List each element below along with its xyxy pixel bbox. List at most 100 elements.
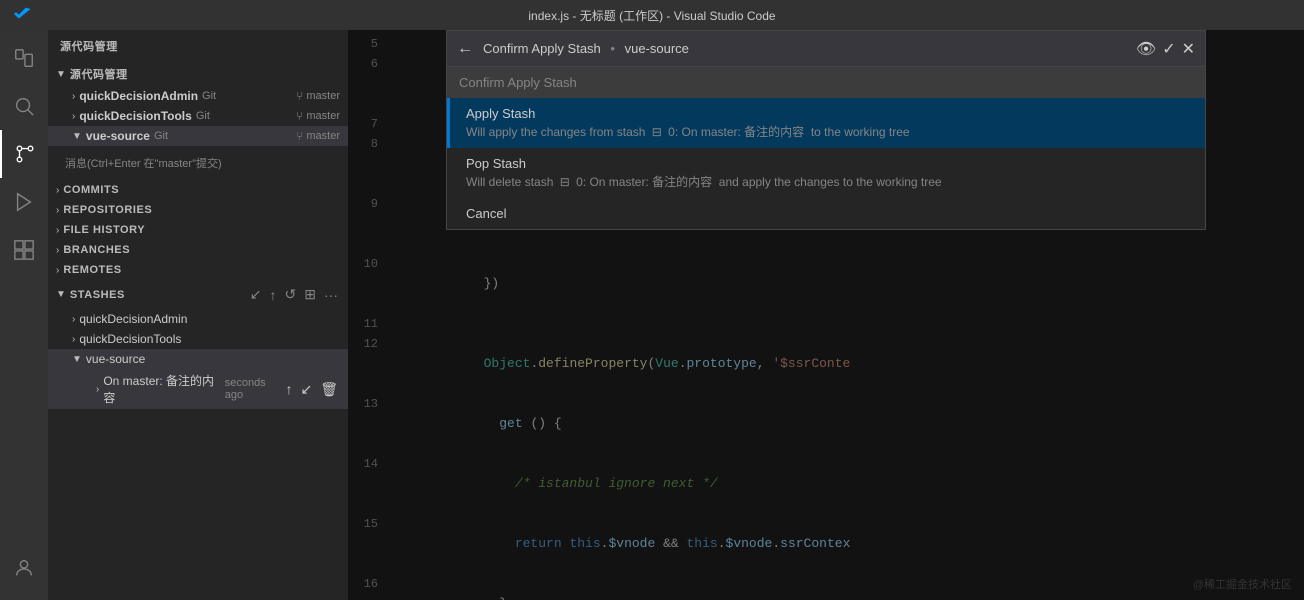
repo-branch: ⑂ master [296,89,340,103]
branches-label: BRANCHES [63,244,130,256]
stash-entry-actions: ↑ ↙ 🗑 [283,381,340,398]
quick-pick-view-btn[interactable]: 👁 [1136,39,1156,59]
stashes-section[interactable]: ▼ STASHES ↙ ↑ ↺ ⊞ ··· [48,280,348,309]
file-history-label: FILE HISTORY [63,224,145,236]
repo-branch: ⑂ master [296,109,340,123]
file-history-section[interactable]: › FILE HISTORY [48,220,348,240]
vscode-logo [14,7,30,28]
account-icon[interactable] [0,544,48,592]
stash-more-btn[interactable]: ··· [322,285,340,305]
quick-pick-item-label: Apply Stash [466,106,1189,121]
chevron-right-icon: › [96,384,99,395]
stash-repo-name: vue-source [86,352,145,366]
chevron-right-icon: › [56,205,59,216]
quick-pick-header-actions: 👁 ✓ ✕ [1136,39,1195,59]
stash-drop-entry-btn[interactable]: 🗑 [318,381,340,398]
branches-section[interactable]: › BRANCHES [48,240,348,260]
extensions-icon[interactable] [0,226,48,274]
quick-pick-subtitle: vue-source [625,41,689,56]
quick-pick-title: Confirm Apply Stash • vue-source [483,41,1136,56]
stash-repo-vuesource[interactable]: ▼ vue-source [48,349,348,369]
quick-pick-back-button[interactable]: ← [457,40,473,58]
stash-repo-quickdecisiontools[interactable]: › quickDecisionTools [48,329,348,349]
quick-pick-title-text: Confirm Apply Stash [483,41,601,56]
stash-apply-entry-btn[interactable]: ↑ [283,381,294,398]
chevron-right-icon: › [56,265,59,276]
stash-pop-entry-btn[interactable]: ↙ [298,381,314,398]
chevron-down-icon: ▼ [72,131,82,142]
chevron-right-icon: › [56,245,59,256]
chevron-right-icon: › [72,91,75,102]
repositories-label: REPOSITORIES [63,204,152,216]
remotes-label: REMOTES [63,264,121,276]
repo-branch: ⑂ master [296,129,340,143]
stash-store-btn[interactable]: ⊞ [302,284,318,305]
quick-pick-panel: ← Confirm Apply Stash • vue-source 👁 ✓ ✕ [446,30,1206,230]
titlebar-text: index.js - 无标题 (工作区) - Visual Studio Cod… [528,7,775,24]
main-area: 源代码管理 ▼ 源代码管理 › quickDecisionAdmin Git ⑂… [0,30,1304,600]
commits-label: COMMITS [63,184,119,196]
chevron-right-icon: › [56,185,59,196]
stash-entry[interactable]: › On master: 备注的内容 seconds ago ↑ ↙ 🗑 [48,369,348,409]
stashes-toolbar: ↙ ↑ ↺ ⊞ ··· [248,284,340,305]
quick-pick-item-detail: Will apply the changes from stash ⊟ 0: O… [466,123,1189,140]
quick-pick-item-label: Pop Stash [466,156,1189,171]
quick-pick-item-cancel[interactable]: Cancel [447,198,1205,229]
quick-pick-item-label: Cancel [466,206,1189,221]
quick-pick-item-apply[interactable]: Apply Stash Will apply the changes from … [447,98,1205,148]
branch-icon: ⑂ [296,89,303,103]
repo-name: quickDecisionTools [79,109,191,123]
remotes-section[interactable]: › REMOTES [48,260,348,280]
search-icon[interactable] [0,82,48,130]
stash-time: seconds ago [225,377,284,401]
stash-icon: ⊟ [652,125,662,139]
chevron-right-icon: › [56,225,59,236]
explorer-icon[interactable] [0,34,48,82]
activity-bar [0,30,48,600]
chevron-down-icon: ▼ [72,354,82,365]
chevron-down-icon: ▼ [56,69,66,80]
quick-pick-item-detail: Will delete stash ⊟ 0: On master: 备注的内容 … [466,173,1189,190]
stash-repo-quickdecisionadmin[interactable]: › quickDecisionAdmin [48,309,348,329]
repo-item-vuesource[interactable]: ▼ vue-source Git ⑂ master [48,126,348,146]
sidebar-header: 源代码管理 [48,30,348,62]
quick-pick-header: ← Confirm Apply Stash • vue-source 👁 ✓ ✕ [447,31,1205,67]
repo-name: vue-source [86,129,150,143]
overlay-backdrop: ← Confirm Apply Stash • vue-source 👁 ✓ ✕ [348,30,1304,600]
branch-icon: ⑂ [296,109,303,123]
repositories-section[interactable]: › REPOSITORIES [48,200,348,220]
stash-refresh-btn[interactable]: ↺ [283,284,299,305]
quick-pick-check-btn[interactable]: ✓ [1162,39,1175,59]
repo-item-quickdecisionadmin[interactable]: › quickDecisionAdmin Git ⑂ master [48,86,348,106]
repo-name: quickDecisionAdmin [79,89,198,103]
chevron-right-icon: › [72,334,75,345]
repo-git-label: Git [154,130,168,142]
quick-pick-close-btn[interactable]: ✕ [1182,39,1195,59]
commit-message-box: 消息(Ctrl+Enter 在"master"提交) [56,150,340,176]
title-separator: • [610,41,615,56]
titlebar: index.js - 无标题 (工作区) - Visual Studio Cod… [0,0,1304,30]
chevron-right-icon: › [72,111,75,122]
source-control-section[interactable]: ▼ 源代码管理 [48,62,348,86]
source-control-icon[interactable] [0,130,48,178]
repo-git-label: Git [196,110,210,122]
stash-pop-btn[interactable]: ↙ [248,284,264,305]
chevron-down-icon: ▼ [56,289,66,300]
repo-item-quickdecisiontools[interactable]: › quickDecisionTools Git ⑂ master [48,106,348,126]
stashes-label: STASHES [70,289,125,301]
quick-pick-input[interactable] [447,67,1205,98]
stash-repo-name: quickDecisionAdmin [79,312,187,326]
quick-pick-item-pop[interactable]: Pop Stash Will delete stash ⊟ 0: On mast… [447,148,1205,198]
source-control-label: 源代码管理 [70,66,128,82]
stash-repo-name: quickDecisionTools [79,332,181,346]
run-icon[interactable] [0,178,48,226]
branch-icon: ⑂ [296,129,303,143]
stash-apply-btn[interactable]: ↑ [268,285,279,305]
sidebar: 源代码管理 ▼ 源代码管理 › quickDecisionAdmin Git ⑂… [48,30,348,600]
editor-area: ← Confirm Apply Stash • vue-source 👁 ✓ ✕ [348,30,1304,600]
chevron-right-icon: › [72,314,75,325]
commits-section[interactable]: › COMMITS [48,180,348,200]
repo-git-label: Git [202,90,216,102]
stash-entry-label: On master: 备注的内容 [103,372,218,406]
stash-icon: ⊟ [560,175,570,189]
